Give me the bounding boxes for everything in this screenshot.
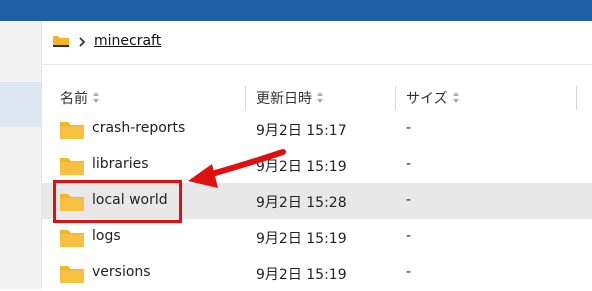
file-modified: 9月2日 15:19 xyxy=(256,267,347,283)
sort-icon xyxy=(452,91,460,105)
chevron-right-icon xyxy=(79,37,86,47)
file-modified: 9月2日 15:19 xyxy=(256,231,347,247)
annotation-highlight-box xyxy=(53,180,182,223)
file-row-libraries[interactable]: libraries 9月2日 15:19 - xyxy=(42,147,592,183)
folder-icon xyxy=(60,266,84,283)
file-row-logs[interactable]: logs 9月2日 15:19 - xyxy=(42,219,592,255)
breadcrumb-path[interactable]: minecraft xyxy=(94,33,161,49)
sort-icon xyxy=(317,91,324,105)
column-modified-label: 更新日時 xyxy=(256,91,312,107)
column-divider[interactable] xyxy=(576,86,577,110)
nav-selected-item[interactable] xyxy=(0,82,41,127)
column-name-label: 名前 xyxy=(60,91,88,107)
file-name: libraries xyxy=(92,156,149,172)
column-divider[interactable] xyxy=(245,86,246,110)
file-row-versions[interactable]: versions 9月2日 15:19 - xyxy=(42,255,592,291)
file-modified: 9月2日 15:19 xyxy=(256,159,347,175)
column-size-label: サイズ xyxy=(406,91,448,107)
window-titlebar xyxy=(0,0,592,21)
folder-icon[interactable] xyxy=(53,35,69,47)
file-name: versions xyxy=(92,264,151,280)
folder-icon xyxy=(60,122,84,139)
file-name: logs xyxy=(92,228,121,244)
file-size: - xyxy=(406,264,412,280)
column-divider[interactable] xyxy=(395,86,396,110)
file-name: crash-reports xyxy=(92,120,186,136)
sort-icon xyxy=(93,91,100,105)
file-size: - xyxy=(406,192,412,208)
folder-icon xyxy=(60,230,84,247)
file-modified: 9月2日 15:28 xyxy=(256,195,347,211)
file-modified: 9月2日 15:17 xyxy=(256,123,347,139)
file-row-crash-reports[interactable]: crash-reports 9月2日 15:17 - xyxy=(42,111,592,147)
folder-icon xyxy=(60,158,84,175)
navigation-pane xyxy=(0,21,42,289)
file-size: - xyxy=(406,156,412,172)
file-size: - xyxy=(406,120,412,136)
location-bar: minecraft xyxy=(42,21,592,65)
file-size: - xyxy=(406,228,412,244)
